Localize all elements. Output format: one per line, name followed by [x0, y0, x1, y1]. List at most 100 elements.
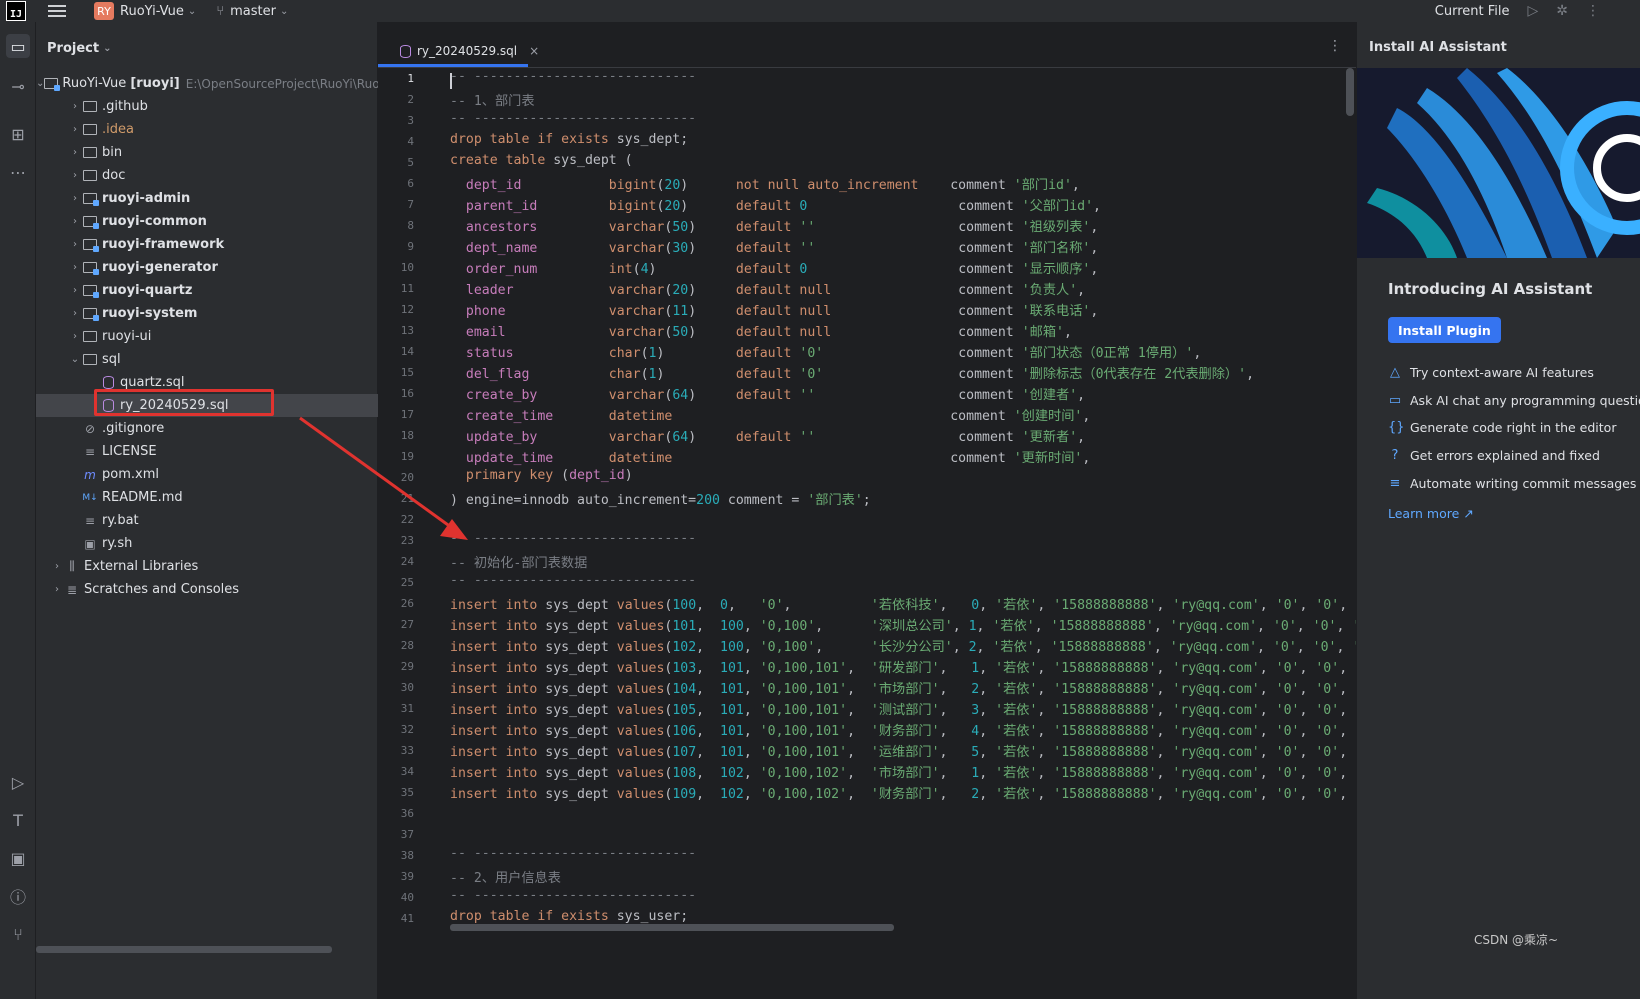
tree-item[interactable]: › ruoyi-common [36, 210, 378, 233]
tree-item[interactable]: › ruoyi-ui [36, 325, 378, 348]
chevron-right-icon[interactable]: › [68, 124, 82, 135]
tab-ry-sql[interactable]: ry_20240529.sql × [390, 34, 549, 68]
tree-item[interactable]: ≡ ry.bat [36, 509, 378, 532]
tree-item[interactable]: › doc [36, 164, 378, 187]
chevron-right-icon[interactable]: › [50, 561, 64, 572]
tree-item[interactable]: › bin [36, 141, 378, 164]
tree-item[interactable]: ≡ LICENSE [36, 440, 378, 463]
chevron-right-icon[interactable]: › [68, 101, 82, 112]
code-line[interactable]: email varchar(50) default null comment '… [450, 321, 1072, 340]
project-badge[interactable]: RY [94, 2, 114, 20]
code-line[interactable]: insert into sys_dept values(103, 101, '0… [450, 657, 1356, 676]
code-line[interactable]: insert into sys_dept values(102, 100, '0… [450, 636, 1356, 655]
more-tools-icon[interactable]: ⋯ [6, 160, 30, 184]
terminal-tool-icon[interactable]: ▣ [6, 846, 30, 870]
chevron-right-icon[interactable]: › [68, 308, 82, 319]
code-line[interactable]: -- ---------------------------- [450, 531, 696, 546]
code-line[interactable]: ) engine=innodb auto_increment=200 comme… [450, 489, 871, 508]
code-line[interactable]: order_num int(4) default 0 comment '显示顺序… [450, 258, 1098, 277]
code-line[interactable]: primary key (dept_id) [450, 468, 633, 483]
tree-item[interactable]: › ruoyi-admin [36, 187, 378, 210]
project-tool-icon[interactable]: ▭ [6, 34, 30, 58]
code-line[interactable]: insert into sys_dept values(108, 102, '0… [450, 762, 1356, 781]
editor-vertical-scrollbar[interactable] [1346, 68, 1354, 116]
code-line[interactable]: insert into sys_dept values(104, 101, '0… [450, 678, 1356, 697]
tree-item[interactable]: › ruoyi-framework [36, 233, 378, 256]
run-config-selector[interactable]: Current File [1435, 4, 1510, 19]
run-icon[interactable]: ▷ [1527, 3, 1538, 19]
problems-tool-icon[interactable]: ⓘ [6, 884, 30, 908]
code-line[interactable]: dept_name varchar(30) default '' comment… [450, 237, 1098, 256]
commit-tool-icon[interactable]: ⊸ [6, 74, 30, 98]
code-line[interactable]: insert into sys_dept values(106, 101, '0… [450, 720, 1356, 739]
code-line[interactable]: drop table if exists sys_dept; [450, 132, 688, 147]
tree-item[interactable]: ⊘ .gitignore [36, 417, 378, 440]
code-line[interactable]: -- ---------------------------- [450, 69, 696, 84]
tree-item[interactable]: › .github [36, 95, 378, 118]
chevron-right-icon[interactable]: › [68, 216, 82, 227]
chevron-right-icon[interactable]: › [68, 331, 82, 342]
chevron-down-icon[interactable]: ⌄ [36, 78, 44, 89]
code-line[interactable]: -- ---------------------------- [450, 111, 696, 126]
chevron-right-icon[interactable]: › [68, 193, 82, 204]
project-switcher[interactable]: RuoYi-Vue [120, 4, 184, 19]
chevron-right-icon[interactable]: › [68, 170, 82, 181]
project-panel-title[interactable]: Project [47, 41, 99, 56]
tree-item[interactable]: m pom.xml [36, 463, 378, 486]
learn-more-link[interactable]: Learn more ↗ [1388, 506, 1474, 521]
code-line[interactable]: create_by varchar(64) default '' comment… [450, 384, 1085, 403]
chevron-right-icon[interactable]: › [68, 147, 82, 158]
code-line[interactable]: -- 2、用户信息表 [450, 867, 561, 886]
code-line[interactable]: create_time datetime comment '创建时间', [450, 405, 1090, 424]
editor-horizontal-scrollbar[interactable] [450, 924, 894, 931]
chevron-right-icon[interactable]: › [68, 285, 82, 296]
code-line[interactable]: update_by varchar(64) default '' comment… [450, 426, 1085, 445]
code-line[interactable]: insert into sys_dept values(100, 0, '0',… [450, 594, 1356, 613]
code-line[interactable]: insert into sys_dept values(107, 101, '0… [450, 741, 1356, 760]
build-tool-icon[interactable]: T [6, 808, 30, 832]
code-line[interactable]: insert into sys_dept values(101, 100, '0… [450, 615, 1356, 634]
code-line[interactable]: -- 1、部门表 [450, 90, 535, 109]
more-icon[interactable]: ⋮ [1586, 3, 1600, 19]
tree-item[interactable]: › ruoyi-quartz [36, 279, 378, 302]
tree-item[interactable]: › ruoyi-system [36, 302, 378, 325]
code-line[interactable]: insert into sys_dept values(105, 101, '0… [450, 699, 1356, 718]
chevron-right-icon[interactable]: › [68, 239, 82, 250]
chevron-down-icon[interactable]: ⌄ [68, 354, 82, 365]
structure-tool-icon[interactable]: ⊞ [6, 122, 30, 146]
tree-item[interactable]: ▣ ry.sh [36, 532, 378, 555]
intellij-logo-icon[interactable]: IJ [6, 1, 26, 21]
code-line[interactable]: -- ---------------------------- [450, 573, 696, 588]
code-line[interactable]: parent_id bigint(20) default 0 comment '… [450, 195, 1101, 214]
chevron-right-icon[interactable]: › [50, 584, 64, 595]
tree-item[interactable]: ⌄ RuoYi-Vue [ruoyi] E:\OpenSourceProject\Ru… [36, 72, 378, 95]
code-line[interactable]: del_flag char(1) default '0' comment '删除… [450, 363, 1254, 382]
tree-item[interactable]: › ≣ Scratches and Consoles [36, 578, 378, 601]
code-line[interactable]: leader varchar(20) default null comment … [450, 279, 1085, 298]
chevron-down-icon[interactable]: ⌄ [103, 43, 111, 54]
code-line[interactable]: ancestors varchar(50) default '' comment… [450, 216, 1098, 235]
code-line[interactable]: insert into sys_dept values(109, 102, '0… [450, 783, 1356, 802]
branch-switcher[interactable]: master [230, 4, 276, 19]
code-line[interactable]: update_time datetime comment '更新时间', [450, 447, 1090, 466]
tree-item[interactable]: › .idea [36, 118, 378, 141]
debug-icon[interactable]: ✲ [1556, 3, 1568, 19]
tree-item[interactable]: › ⫼ External Libraries [36, 555, 378, 578]
git-tool-icon[interactable]: ⑂ [6, 922, 30, 946]
code-line[interactable]: create table sys_dept ( [450, 153, 633, 168]
more-icon[interactable]: ⋮ [1328, 38, 1342, 54]
project-horizontal-scrollbar[interactable] [36, 946, 332, 953]
install-plugin-button[interactable]: Install Plugin [1388, 317, 1501, 343]
code-line[interactable]: -- ---------------------------- [450, 846, 696, 861]
code-line[interactable]: drop table if exists sys_user; [450, 909, 688, 924]
code-line[interactable]: status char(1) default '0' comment '部门状态… [450, 342, 1201, 361]
tree-item[interactable]: › ruoyi-generator [36, 256, 378, 279]
chevron-right-icon[interactable]: › [68, 262, 82, 273]
close-icon[interactable]: × [529, 44, 539, 58]
services-tool-icon[interactable]: ▷ [6, 770, 30, 794]
main-menu-icon[interactable] [48, 5, 66, 17]
code-line[interactable]: phone varchar(11) default null comment '… [450, 300, 1098, 319]
tree-item[interactable]: ⌄ sql [36, 348, 378, 371]
code-line[interactable]: -- 初始化-部门表数据 [450, 552, 587, 571]
code-line[interactable]: dept_id bigint(20) not null auto_increme… [450, 174, 1080, 193]
